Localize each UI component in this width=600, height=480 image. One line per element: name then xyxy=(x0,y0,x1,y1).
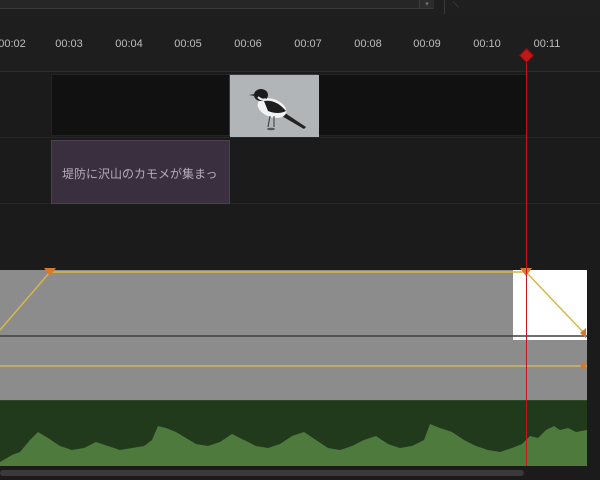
horizontal-scrollbar[interactable] xyxy=(0,466,600,480)
volume-envelope-line[interactable] xyxy=(0,271,585,334)
audio-overlay xyxy=(0,268,587,466)
playhead-line[interactable] xyxy=(526,56,527,466)
scrollbar-thumb[interactable] xyxy=(0,470,524,476)
audio-waveform xyxy=(0,424,587,466)
keyframe-marker[interactable] xyxy=(580,361,586,371)
